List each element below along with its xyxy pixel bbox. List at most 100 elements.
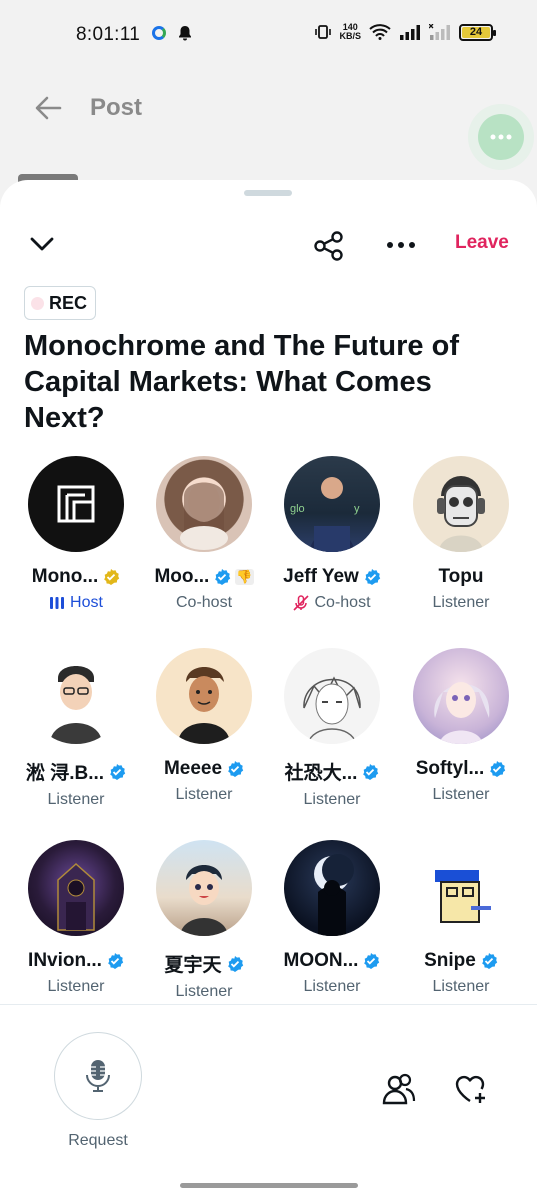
- participant-role: Co-host: [314, 594, 371, 611]
- avatar: [156, 840, 252, 936]
- cartoon-man-icon: [50, 666, 102, 744]
- record-dot-icon: [31, 296, 44, 310]
- participant-role: Listener: [432, 594, 490, 611]
- participant[interactable]: Snipe Listener: [397, 840, 525, 996]
- dark-throne-icon: [57, 862, 95, 931]
- participant-name: Softyl...: [415, 758, 485, 779]
- home-indicator[interactable]: [180, 1183, 358, 1188]
- wifi-icon: [369, 24, 391, 40]
- mic-muted-icon: [293, 595, 310, 611]
- participant-name: 社恐大...: [284, 763, 358, 784]
- signal-icon-2: [429, 24, 450, 40]
- participant-name: Snipe: [424, 950, 476, 971]
- avatar: [413, 840, 509, 936]
- verified-icon: [482, 953, 498, 969]
- request-mic-button[interactable]: [54, 1032, 142, 1120]
- verified-icon: [108, 953, 124, 969]
- bell-icon: [179, 26, 191, 41]
- more-horizontal-icon[interactable]: [386, 234, 416, 256]
- participant[interactable]: Moo... 👎 Co-host: [140, 456, 268, 612]
- verified-icon: [490, 761, 506, 777]
- status-right: 140 KB/S 24: [315, 22, 496, 41]
- participant-name: 淞 浔.B...: [25, 763, 105, 784]
- avatar: [156, 456, 252, 552]
- heart-plus-icon[interactable]: [454, 1073, 488, 1105]
- status-time: 8:01:11: [76, 24, 141, 45]
- request-label: Request: [68, 1132, 128, 1149]
- more-fab-button[interactable]: [478, 114, 524, 160]
- avatar: [28, 648, 124, 744]
- portrait-woman-icon: [180, 482, 228, 550]
- sketch-anime-icon: [303, 676, 361, 744]
- participant[interactable]: Meeee Listener: [140, 648, 268, 804]
- space-title: Monochrome and The Future of Capital Mar…: [24, 330, 459, 434]
- space-sheet: Leave REC Monochrome and The Future of C…: [0, 180, 537, 1199]
- participant-role: Listener: [432, 978, 490, 995]
- page-title: Post: [90, 94, 143, 121]
- participant[interactable]: 淞 浔.B... Listener: [12, 648, 140, 809]
- avatar: [413, 648, 509, 744]
- svg-text:y: y: [354, 503, 360, 515]
- participant-role: Listener: [303, 791, 361, 808]
- verified-icon: [228, 761, 244, 777]
- participant[interactable]: MOON... Listener: [268, 840, 396, 996]
- participant[interactable]: Topu Listener: [397, 456, 525, 612]
- google-icon: [152, 26, 166, 40]
- verified-gold-icon: [104, 569, 120, 585]
- host-speaking-icon: [50, 597, 65, 609]
- verified-icon: [227, 955, 243, 972]
- participant[interactable]: glo y Jeff Yew Co-host: [268, 456, 396, 612]
- space-toolbar: Leave: [0, 228, 537, 268]
- participant-role: Listener: [47, 791, 105, 808]
- participant-role: Co-host: [175, 594, 233, 611]
- participant-name: 夏宇天: [164, 955, 222, 976]
- verified-icon: [364, 953, 380, 969]
- vibrate-icon: [315, 25, 332, 39]
- skull-headphones-icon: [437, 476, 485, 552]
- participant-name: Topu: [438, 566, 484, 587]
- avatar: [28, 456, 124, 552]
- participant[interactable]: INvion... Listener: [12, 840, 140, 996]
- recording-badge: REC: [24, 286, 97, 320]
- portrait-speaker-icon: glo y: [290, 477, 360, 552]
- status-bar: 8:01:11 140 KB/S 24: [0, 0, 537, 68]
- participant[interactable]: Softyl... Listener: [397, 648, 525, 804]
- participants-icon[interactable]: [382, 1073, 416, 1105]
- participant-role: Host: [70, 594, 103, 611]
- avatar: [284, 648, 380, 744]
- back-arrow-icon[interactable]: [34, 94, 62, 122]
- cartoon-man-2-icon: [178, 667, 230, 744]
- participant-name: MOON...: [283, 950, 359, 971]
- participant-role: Listener: [303, 978, 361, 995]
- participant-name: Moo...: [154, 566, 210, 587]
- participant[interactable]: 社恐大... Listener: [268, 648, 396, 809]
- verified-icon: [215, 569, 231, 585]
- participant-name: Meeee: [163, 758, 223, 779]
- post-header: Post: [0, 88, 537, 128]
- drag-handle[interactable]: [244, 190, 292, 196]
- participant-role: Listener: [47, 978, 105, 995]
- anime-boy-icon: [180, 865, 228, 936]
- net-speed: 140 KB/S: [339, 22, 361, 41]
- avatar: [413, 456, 509, 552]
- avatar: [284, 840, 380, 936]
- monochrome-logo-icon: [57, 485, 95, 523]
- recording-label: REC: [49, 292, 88, 313]
- divider: [0, 1004, 537, 1005]
- svg-text:glo: glo: [290, 503, 305, 515]
- participant-name: Mono...: [31, 566, 99, 587]
- share-icon[interactable]: [313, 230, 345, 262]
- anime-girl-icon: [434, 682, 490, 744]
- battery-level: 24: [462, 26, 490, 38]
- leave-button[interactable]: Leave: [455, 232, 509, 254]
- signal-icon: [400, 25, 420, 40]
- participant-role: Listener: [432, 786, 490, 803]
- participant[interactable]: 夏宇天 Listener: [140, 840, 268, 1001]
- pixel-character-icon: [435, 870, 491, 923]
- participant-name: INvion...: [28, 950, 102, 971]
- participant[interactable]: Mono... Host: [12, 456, 140, 612]
- participant-name: Jeff Yew: [283, 566, 359, 587]
- avatar: [28, 840, 124, 936]
- avatar: [156, 648, 252, 744]
- chevron-down-icon[interactable]: [30, 236, 54, 252]
